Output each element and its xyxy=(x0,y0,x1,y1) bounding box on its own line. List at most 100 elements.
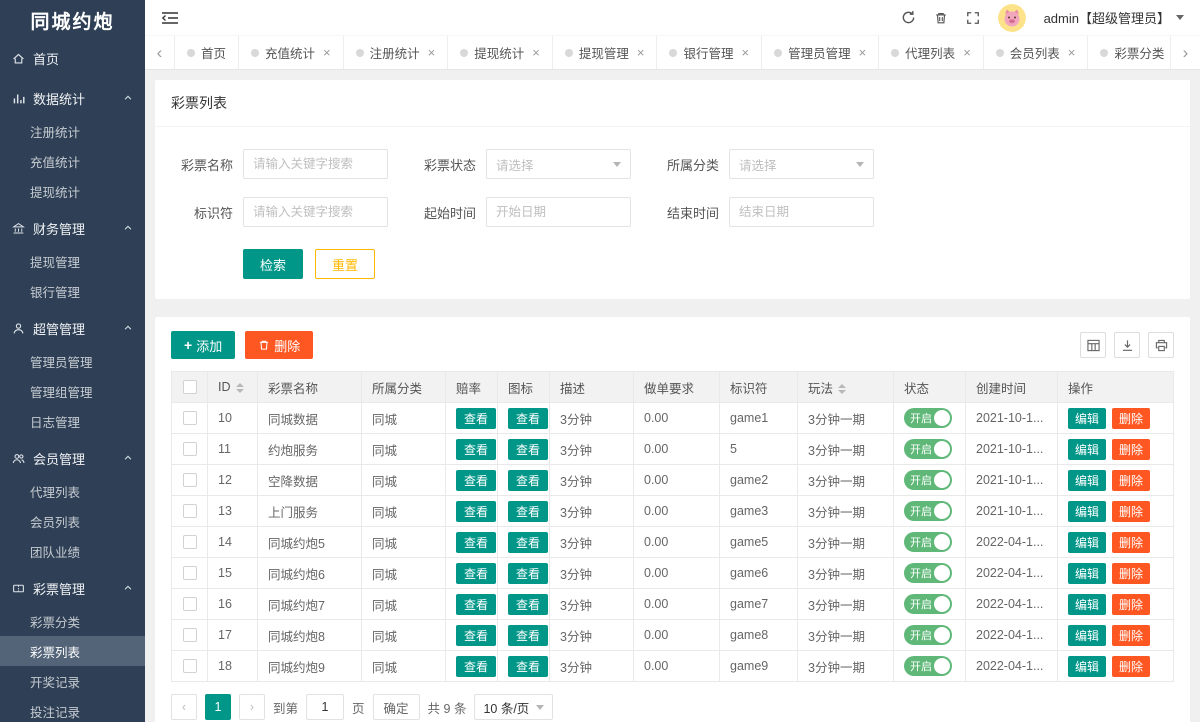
edit-button[interactable]: 编辑 xyxy=(1068,470,1106,491)
edit-button[interactable]: 编辑 xyxy=(1068,656,1106,677)
sidebar-item-withdraw-stats[interactable]: 提现统计 xyxy=(0,176,145,206)
sidebar-item-super-admin[interactable]: 超管管理 xyxy=(0,310,145,346)
view-button[interactable]: 查看 xyxy=(508,625,548,646)
status-toggle[interactable]: 开启 xyxy=(904,656,952,676)
row-delete-button[interactable]: 删除 xyxy=(1112,594,1150,615)
edit-button[interactable]: 编辑 xyxy=(1068,408,1106,429)
tab-recharge-stats[interactable]: 充值统计× xyxy=(239,36,344,69)
row-checkbox[interactable] xyxy=(183,504,197,518)
tab-home[interactable]: 首页 xyxy=(175,36,239,69)
edit-button[interactable]: 编辑 xyxy=(1068,594,1106,615)
add-button[interactable]: + 添加 xyxy=(171,331,235,359)
jump-page-input[interactable] xyxy=(306,694,344,720)
row-delete-button[interactable]: 删除 xyxy=(1112,439,1150,460)
sidebar-item-lottery-list[interactable]: 彩票列表 xyxy=(0,636,145,666)
filter-select-lottery-status[interactable]: 请选择 xyxy=(486,149,631,179)
sidebar-item-admin-manage[interactable]: 管理员管理 xyxy=(0,346,145,376)
view-button[interactable]: 查看 xyxy=(456,625,496,646)
sidebar-item-admin-group-manage[interactable]: 管理组管理 xyxy=(0,376,145,406)
view-button[interactable]: 查看 xyxy=(508,532,548,553)
view-button[interactable]: 查看 xyxy=(508,563,548,584)
tab-lottery-category[interactable]: 彩票分类× xyxy=(1088,36,1170,69)
row-delete-button[interactable]: 删除 xyxy=(1112,501,1150,522)
tab-close-icon[interactable]: × xyxy=(323,45,331,60)
status-toggle[interactable]: 开启 xyxy=(904,501,952,521)
prev-page-button[interactable]: ‹ xyxy=(171,694,197,720)
tab-close-icon[interactable]: × xyxy=(963,45,971,60)
page-size-select[interactable]: 10 条/页 xyxy=(474,694,553,720)
sort-icon[interactable] xyxy=(236,383,244,393)
status-toggle[interactable]: 开启 xyxy=(904,594,952,614)
tabs-scroll-left-button[interactable]: ‹ xyxy=(145,36,175,69)
tab-close-icon[interactable]: × xyxy=(741,45,749,60)
sidebar-item-finance-manage[interactable]: 财务管理 xyxy=(0,210,145,246)
sidebar-item-data-stats[interactable]: 数据统计 xyxy=(0,80,145,116)
batch-delete-button[interactable]: 删除 xyxy=(245,331,313,359)
view-button[interactable]: 查看 xyxy=(456,408,496,429)
sidebar-collapse-icon[interactable] xyxy=(161,11,179,25)
tab-close-icon[interactable]: × xyxy=(637,45,645,60)
sidebar-item-member-list[interactable]: 会员列表 xyxy=(0,506,145,536)
tab-close-icon[interactable]: × xyxy=(428,45,436,60)
edit-button[interactable]: 编辑 xyxy=(1068,439,1106,460)
tab-bank-manage[interactable]: 银行管理× xyxy=(657,36,762,69)
refresh-icon[interactable] xyxy=(901,10,916,25)
row-checkbox[interactable] xyxy=(183,597,197,611)
row-checkbox[interactable] xyxy=(183,535,197,549)
edit-button[interactable]: 编辑 xyxy=(1068,501,1106,522)
avatar[interactable] xyxy=(998,4,1026,32)
row-delete-button[interactable]: 删除 xyxy=(1112,532,1150,553)
clear-cache-trash-icon[interactable] xyxy=(934,11,948,25)
view-button[interactable]: 查看 xyxy=(456,439,496,460)
status-toggle[interactable]: 开启 xyxy=(904,470,952,490)
fullscreen-icon[interactable] xyxy=(966,11,980,25)
view-button[interactable]: 查看 xyxy=(508,501,548,522)
tab-agent-list[interactable]: 代理列表× xyxy=(879,36,984,69)
tab-register-stats[interactable]: 注册统计× xyxy=(344,36,449,69)
status-toggle[interactable]: 开启 xyxy=(904,408,952,428)
tab-close-icon[interactable]: × xyxy=(1068,45,1076,60)
view-button[interactable]: 查看 xyxy=(456,470,496,491)
sidebar-item-bank-manage[interactable]: 银行管理 xyxy=(0,276,145,306)
sidebar-item-bet-records[interactable]: 投注记录 xyxy=(0,696,145,722)
row-delete-button[interactable]: 删除 xyxy=(1112,625,1150,646)
reset-button[interactable]: 重置 xyxy=(315,249,375,279)
row-checkbox[interactable] xyxy=(183,628,197,642)
row-delete-button[interactable]: 删除 xyxy=(1112,563,1150,584)
export-button[interactable] xyxy=(1114,332,1140,358)
jump-confirm-button[interactable]: 确定 xyxy=(373,694,420,720)
view-button[interactable]: 查看 xyxy=(456,656,496,677)
tab-admin-manage[interactable]: 管理员管理× xyxy=(762,36,879,69)
filter-select-category[interactable]: 请选择 xyxy=(729,149,874,179)
sort-icon[interactable] xyxy=(838,384,846,394)
edit-button[interactable]: 编辑 xyxy=(1068,563,1106,584)
sidebar-item-team-performance[interactable]: 团队业绩 xyxy=(0,536,145,566)
sidebar-item-log-manage[interactable]: 日志管理 xyxy=(0,406,145,436)
tab-close-icon[interactable]: × xyxy=(532,45,540,60)
status-toggle[interactable]: 开启 xyxy=(904,625,952,645)
sidebar-item-member-manage[interactable]: 会员管理 xyxy=(0,440,145,476)
filter-columns-button[interactable] xyxy=(1080,332,1106,358)
view-button[interactable]: 查看 xyxy=(456,563,496,584)
tab-withdraw-manage[interactable]: 提现管理× xyxy=(553,36,658,69)
sidebar-item-recharge-stats[interactable]: 充值统计 xyxy=(0,146,145,176)
edit-button[interactable]: 编辑 xyxy=(1068,532,1106,553)
view-button[interactable]: 查看 xyxy=(456,501,496,522)
row-delete-button[interactable]: 删除 xyxy=(1112,408,1150,429)
row-checkbox[interactable] xyxy=(183,566,197,580)
sidebar-item-lottery-category[interactable]: 彩票分类 xyxy=(0,606,145,636)
filter-input-lottery-name[interactable] xyxy=(243,149,388,179)
tab-close-icon[interactable]: × xyxy=(859,45,867,60)
sidebar-item-withdraw-manage[interactable]: 提现管理 xyxy=(0,246,145,276)
edit-button[interactable]: 编辑 xyxy=(1068,625,1106,646)
select-all-checkbox[interactable] xyxy=(183,380,197,394)
print-button[interactable] xyxy=(1148,332,1174,358)
view-button[interactable]: 查看 xyxy=(456,594,496,615)
row-delete-button[interactable]: 删除 xyxy=(1112,470,1150,491)
sidebar-item-register-stats[interactable]: 注册统计 xyxy=(0,116,145,146)
current-page[interactable]: 1 xyxy=(205,694,231,720)
tab-withdraw-stats[interactable]: 提现统计× xyxy=(448,36,553,69)
view-button[interactable]: 查看 xyxy=(508,656,548,677)
row-delete-button[interactable]: 删除 xyxy=(1112,656,1150,677)
status-toggle[interactable]: 开启 xyxy=(904,532,952,552)
